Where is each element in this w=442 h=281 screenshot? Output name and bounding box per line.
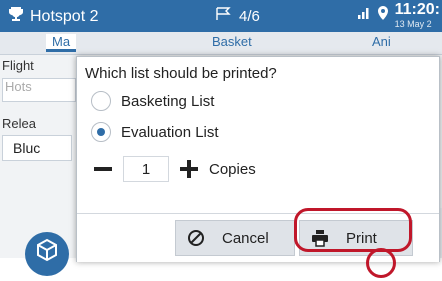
- dialog-title: Which list should be printed?: [85, 65, 277, 82]
- cancel-button[interactable]: Cancel: [175, 220, 295, 256]
- copies-row: 1 Copies: [91, 156, 256, 182]
- datetime: 11:20: 13 May 2: [395, 2, 440, 29]
- hotspot-name: Hotspot 2: [30, 7, 99, 25]
- tab-basket[interactable]: Basket: [212, 34, 252, 49]
- plus-icon: [180, 160, 198, 178]
- date: 13 May 2: [394, 19, 432, 29]
- time: 11:20:: [394, 1, 440, 18]
- flag-icon: [215, 7, 233, 25]
- signal-icon: [357, 6, 371, 25]
- option-evaluation-list[interactable]: Evaluation List: [91, 122, 219, 142]
- flight-label: Flight: [2, 58, 34, 73]
- option-basketing-list[interactable]: Basketing List: [91, 91, 214, 111]
- copies-label: Copies: [209, 160, 256, 178]
- copies-input[interactable]: 1: [123, 156, 169, 182]
- status-left: Hotspot 2: [8, 6, 98, 27]
- location-icon: [377, 5, 389, 26]
- flag-count: 4/6: [239, 7, 260, 25]
- status-right: 11:20: 13 May 2: [357, 2, 440, 29]
- increment-button[interactable]: [177, 157, 201, 181]
- cancel-icon: [186, 228, 206, 248]
- cube-icon: [37, 238, 57, 262]
- option-label: Evaluation List: [121, 123, 219, 141]
- cancel-label: Cancel: [222, 229, 269, 247]
- tab-bar: Ma Basket Ani: [0, 32, 442, 55]
- click-indicator: [366, 248, 396, 278]
- fab-button[interactable]: [25, 232, 69, 276]
- tab-main[interactable]: Ma: [46, 34, 77, 52]
- radio-basketing-list[interactable]: [91, 91, 111, 111]
- hotspot-field[interactable]: Hots: [2, 78, 76, 102]
- decrement-button[interactable]: [91, 157, 115, 181]
- trophy-icon: [8, 6, 24, 27]
- minus-icon: [94, 167, 112, 171]
- status-bar: Hotspot 2 4/6 11:20: 13 May 2: [0, 0, 442, 32]
- release-select[interactable]: Bluc: [2, 135, 72, 161]
- radio-evaluation-list[interactable]: [91, 122, 111, 142]
- option-label: Basketing List: [121, 92, 215, 110]
- print-button-highlight: [294, 208, 412, 252]
- release-label: Relea: [2, 116, 36, 131]
- tab-animals[interactable]: Ani: [372, 34, 391, 49]
- status-mid: 4/6: [215, 7, 260, 25]
